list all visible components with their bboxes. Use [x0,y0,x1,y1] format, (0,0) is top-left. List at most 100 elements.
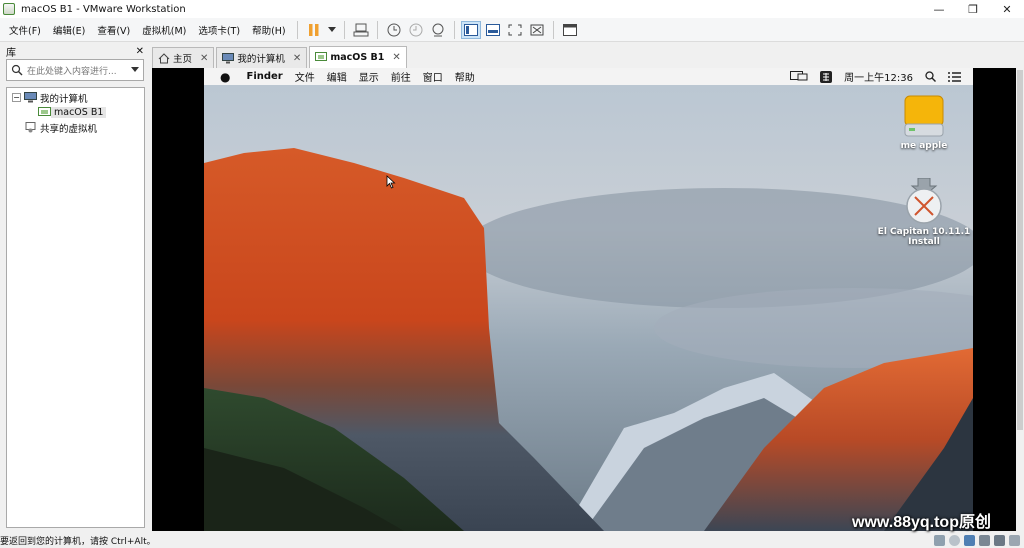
vm-icon [38,107,51,116]
tab-label: macOS B1 [330,52,385,63]
mouse-cursor-icon [386,175,396,189]
toolbar-separator [343,20,345,39]
display-status-icon[interactable] [1009,535,1020,546]
tab-label: 我的计算机 [237,54,285,65]
status-bar: 要返回到您的计算机，请按 Ctrl+Alt。 [0,532,1024,548]
menu-view[interactable]: 查看(V) [91,23,136,37]
maximize-button[interactable]: ❐ [956,0,990,18]
view-stretch-icon [530,24,544,35]
tab-close-button[interactable]: ✕ [392,52,400,63]
snapshot-revert-icon [409,23,423,36]
send-ctrl-alt-del-icon [353,23,369,36]
search-icon [11,64,23,76]
search-placeholder: 在此处键入内容进行... [27,66,117,77]
snapshot-revert-button[interactable] [406,21,426,39]
sound-status-icon[interactable] [994,535,1005,546]
tab-my-computer[interactable]: 我的计算机 ✕ [216,47,308,68]
vertical-scrollbar[interactable] [1016,68,1024,531]
device-status-icons [930,535,1020,546]
vm-icon [315,52,328,61]
tree-item-my-computer[interactable]: − 我的计算机 [7,90,144,105]
scrollbar-thumb[interactable] [1017,70,1023,430]
toolbar-separator [453,20,455,39]
guest-menu-file[interactable]: 文件 [295,69,315,84]
guest-menu-finder[interactable]: Finder [246,71,282,82]
snapshot-take-button[interactable] [384,21,404,39]
library-tree: − 我的计算机 macOS B1 共享的虚拟机 [6,87,145,528]
menu-tabs[interactable]: 选项卡(T) [192,23,246,37]
tab-label: 主页 [173,54,193,65]
menu-help[interactable]: 帮助(H) [246,23,292,37]
library-search-box[interactable]: 在此处键入内容进行... [6,59,144,81]
network-status-icon[interactable] [964,535,975,546]
guest-menu-window[interactable]: 窗口 [423,69,443,84]
minimize-button[interactable]: — [922,0,956,18]
tree-item-macos-b1[interactable]: macOS B1 [7,105,144,120]
menu-vm[interactable]: 虚拟机(M) [136,23,192,37]
display-mirroring-icon[interactable] [790,71,808,82]
notification-center-icon[interactable] [948,71,961,82]
pause-button[interactable] [304,21,324,39]
desktop-wallpaper [204,68,973,531]
tree-expander[interactable]: − [12,93,21,102]
library-close-button[interactable]: ✕ [136,46,144,57]
tree-item-label: 我的计算机 [40,93,88,105]
tab-close-button[interactable]: ✕ [200,53,208,64]
desktop-icon-label: El Capitan 10.11.1 [877,227,971,237]
menu-edit[interactable]: 编辑(E) [47,23,91,37]
send-ctrl-alt-del-button[interactable] [351,21,371,39]
view-library-button[interactable] [560,21,580,39]
shared-vm-icon [25,122,36,133]
guest-menu-view[interactable]: 显示 [359,69,379,84]
tab-strip: 主页 ✕ 我的计算机 ✕ macOS B1 ✕ [152,46,1024,68]
power-dropdown-button[interactable] [326,21,338,39]
snapshot-manager-button[interactable] [428,21,448,39]
input-source-icon[interactable] [820,70,833,83]
desktop-icon-label: me apple [900,141,948,151]
snapshot-take-icon [387,23,401,36]
chevron-down-icon[interactable] [131,67,139,73]
guest-macos-screen[interactable]: ● Finder 文件 编辑 显示 前往 窗口 帮助 周一上午12:36 me … [204,68,973,531]
view-console-button[interactable] [460,20,481,39]
spotlight-search-icon[interactable] [925,71,936,82]
guest-menubar-extras: 周一上午12:36 [778,68,961,85]
view-console-icon [463,23,478,36]
window-controls: — ❐ ✕ [922,0,1024,18]
window-title: macOS B1 - VMware Workstation [21,3,186,15]
pause-icon [308,23,319,36]
computer-icon [24,92,37,103]
guest-menu-edit[interactable]: 编辑 [327,69,347,84]
view-stretch-button[interactable] [527,21,547,39]
computer-icon [222,52,235,63]
desktop-icon-installer[interactable]: El Capitan 10.11.1 Install [869,177,973,247]
dropdown-arrow-icon [327,26,336,32]
apple-menu-icon[interactable]: ● [220,70,230,84]
guest-menubar: ● Finder 文件 编辑 显示 前往 窗口 帮助 周一上午12:36 [204,68,973,85]
desktop-icon-drive[interactable]: me apple [869,94,973,151]
guest-menu-help[interactable]: 帮助 [455,69,475,84]
menu-file[interactable]: 文件(F) [3,23,47,37]
guest-menu-go[interactable]: 前往 [391,69,411,84]
tree-item-shared-vms[interactable]: 共享的虚拟机 [7,120,144,135]
desktop-icon-label-line2: Install [908,237,940,247]
view-unity-button[interactable] [483,21,503,39]
cd-dvd-status-icon[interactable] [949,535,960,546]
usb-status-icon[interactable] [979,535,990,546]
installer-icon [906,177,942,224]
view-fullscreen-button[interactable] [505,21,525,39]
watermark-text: www.88yq.top原创 [852,514,991,531]
tree-item-label: macOS B1 [51,107,107,118]
view-fullscreen-icon [508,24,522,35]
tab-home[interactable]: 主页 ✕ [152,47,215,68]
guest-clock[interactable]: 周一上午12:36 [844,69,913,84]
status-message: 要返回到您的计算机，请按 Ctrl+Alt。 [0,536,156,547]
close-button[interactable]: ✕ [990,0,1024,18]
hard-disk-status-icon[interactable] [934,535,945,546]
tab-close-button[interactable]: ✕ [293,53,301,64]
toolbar-separator [376,20,378,39]
tree-item-label: 共享的虚拟机 [40,123,98,135]
toolbar-separator [552,20,554,39]
snapshot-manager-icon [432,23,444,36]
tab-macos-b1[interactable]: macOS B1 ✕ [309,46,407,68]
library-title: 库 [6,47,16,59]
